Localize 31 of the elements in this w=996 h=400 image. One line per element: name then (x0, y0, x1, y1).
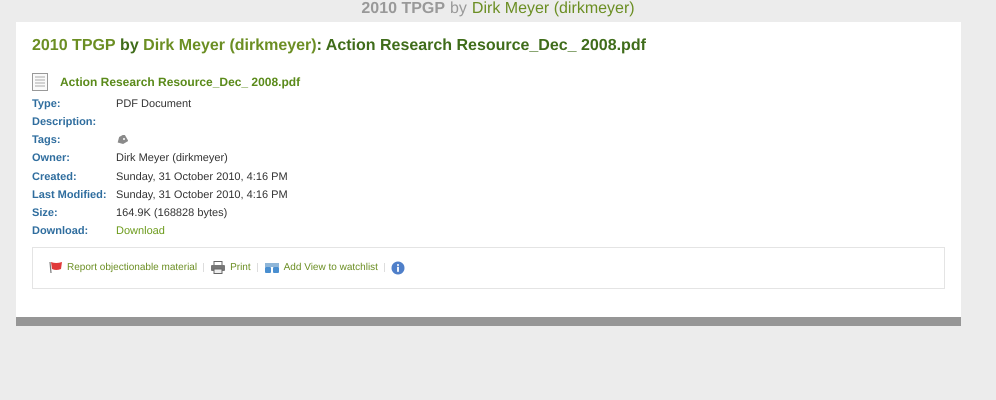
heading-group-link[interactable]: 2010 TPGP (32, 36, 116, 56)
field-value: 164.9K (168828 bytes) (116, 206, 228, 221)
info-icon[interactable] (390, 260, 405, 274)
field-label: Created: (32, 170, 78, 185)
field-value: Sunday, 31 October 2010, 4:16 PM (116, 188, 288, 203)
action-link[interactable]: Print (210, 260, 251, 275)
owner-link[interactable]: Dirk Meyer (dirkmeyer) (472, 1, 635, 17)
heading-title: : Action Research Resource_Dec_ 2008.pdf (316, 36, 646, 56)
group-link[interactable]: 2010 TPGP (361, 1, 446, 17)
document-icon (32, 73, 48, 91)
field-label: Size: (32, 206, 59, 221)
binoculars-icon (264, 261, 280, 274)
file-name-link[interactable]: Action Research Resource_Dec_ 2008.pdf (60, 73, 300, 91)
tag-icon[interactable] (116, 135, 128, 146)
field-label: Download: (32, 224, 90, 240)
action-link[interactable]: Add View to watchlist (264, 260, 378, 275)
field-value: Sunday, 31 October 2010, 4:16 PM (116, 170, 288, 185)
heading-owner-link[interactable]: Dirk Meyer (dirkmeyer) (143, 36, 317, 56)
flag-icon (49, 261, 63, 274)
printer-icon (210, 261, 226, 274)
field-label: Last Modified: (32, 188, 108, 203)
action-link[interactable]: Report objectionable material (49, 260, 198, 275)
field-value: Dirk Meyer (dirkmeyer) (116, 151, 228, 166)
field-value: PDF Document (116, 96, 192, 112)
field-label: Owner: (32, 151, 71, 166)
field-label: Description: (32, 115, 98, 130)
download-link[interactable]: Download (116, 223, 165, 240)
by-text: by (450, 1, 467, 17)
field-label: Type: (32, 96, 62, 112)
heading-by-text: by (119, 36, 140, 56)
field-label: Tags: (32, 133, 62, 148)
